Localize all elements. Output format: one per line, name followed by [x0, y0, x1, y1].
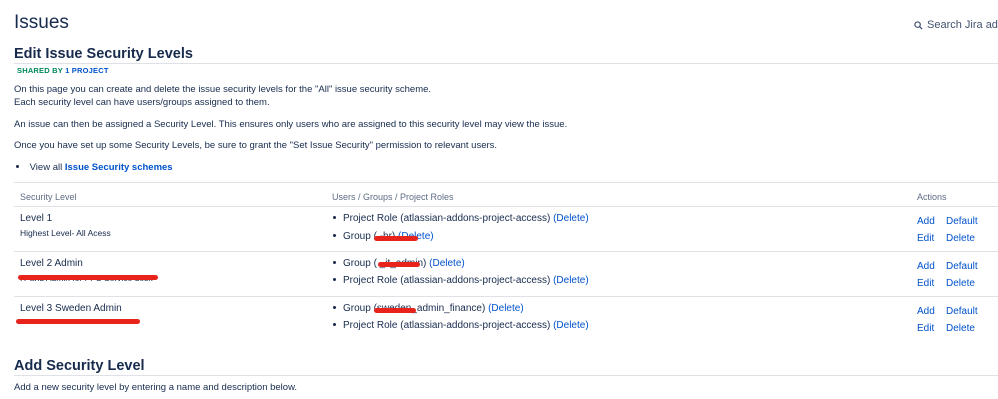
bullet-dot	[16, 164, 19, 168]
section-title: Edit Issue Security Levels	[14, 46, 193, 62]
bullet-dot	[333, 277, 336, 281]
bullet-dot	[333, 305, 336, 309]
delete-role-link[interactable]: (Delete)	[429, 258, 465, 269]
issue-security-schemes-link[interactable]: Issue Security schemes	[65, 162, 173, 173]
view-all-prefix: View all	[29, 162, 63, 173]
shared-by-label: SHARED BY 1 PROJECT	[17, 66, 109, 75]
role-entry: Project Role (atlassian-addons-project-a…	[333, 275, 589, 286]
column-header-users: Users / Groups / Project Roles	[332, 192, 454, 202]
role-entry: Project Role (atlassian-addons-project-a…	[333, 320, 589, 331]
search-label: Search Jira adm	[927, 19, 998, 31]
role-entry-text: Project Role (atlassian-addons-project-a…	[343, 320, 551, 331]
bullet-dot	[333, 260, 336, 264]
add-button[interactable]: Add	[917, 306, 935, 317]
edit-button[interactable]: Edit	[917, 323, 934, 334]
redaction-mark	[16, 319, 140, 324]
role-entry-text: Project Role (atlassian-addons-project-a…	[343, 213, 551, 224]
bullet-dot	[333, 215, 336, 219]
search-icon	[914, 20, 923, 30]
default-button[interactable]: Default	[946, 216, 978, 227]
view-all-item: View all Issue Security schemes	[16, 162, 173, 173]
role-entry-text: Project Role (atlassian-addons-project-a…	[343, 275, 551, 286]
level-name: Level 3 Sweden Admin	[20, 303, 122, 314]
intro-line-4: Once you have set up some Security Level…	[14, 140, 498, 151]
page-title: Issues	[14, 12, 69, 33]
intro-line-2: Each security level can have users/group…	[14, 97, 270, 108]
edit-button[interactable]: Edit	[917, 278, 934, 289]
delete-role-link[interactable]: (Delete)	[553, 213, 589, 224]
add-section-description: Add a new security level by entering a n…	[14, 382, 298, 393]
bullet-dot	[333, 322, 336, 326]
delete-button[interactable]: Delete	[946, 323, 975, 334]
redaction-mark	[374, 236, 418, 241]
delete-role-link[interactable]: (Delete)	[488, 303, 524, 314]
row-divider	[14, 296, 998, 297]
intro-line-3: An issue can then be assigned a Security…	[14, 119, 568, 130]
role-entry: Group (sweden_admin_finance) (Delete)	[333, 303, 524, 314]
search-link[interactable]: Search Jira adm	[914, 19, 998, 31]
delete-role-link[interactable]: (Delete)	[553, 275, 589, 286]
delete-role-link[interactable]: (Delete)	[553, 320, 589, 331]
delete-button[interactable]: Delete	[946, 278, 975, 289]
level-name: Level 2 Admin	[20, 258, 83, 269]
bullet-dot	[333, 233, 336, 237]
delete-button[interactable]: Delete	[946, 233, 975, 244]
level-description: Highest Level- All Acess	[20, 228, 111, 238]
default-button[interactable]: Default	[946, 261, 978, 272]
redaction-mark	[374, 308, 416, 313]
shared-by-prefix: SHARED BY	[17, 66, 63, 75]
add-button[interactable]: Add	[917, 216, 935, 227]
edit-button[interactable]: Edit	[917, 233, 934, 244]
add-security-level-title: Add Security Level	[14, 358, 145, 374]
add-section-divider	[14, 375, 998, 376]
add-button[interactable]: Add	[917, 261, 935, 272]
row-divider	[14, 251, 998, 252]
section-divider	[14, 63, 998, 64]
table-header-border	[14, 206, 998, 207]
column-header-security-level: Security Level	[20, 192, 77, 202]
default-button[interactable]: Default	[946, 306, 978, 317]
level-name: Level 1	[20, 213, 53, 224]
column-header-actions: Actions	[917, 192, 947, 202]
redaction-mark	[378, 262, 420, 267]
table-top-border	[14, 182, 998, 183]
role-entry: Project Role (atlassian-addons-project-a…	[333, 213, 589, 224]
shared-projects-link[interactable]: 1 PROJECT	[65, 66, 108, 75]
intro-line-1: On this page you can create and delete t…	[14, 84, 432, 95]
redaction-mark	[18, 275, 158, 280]
